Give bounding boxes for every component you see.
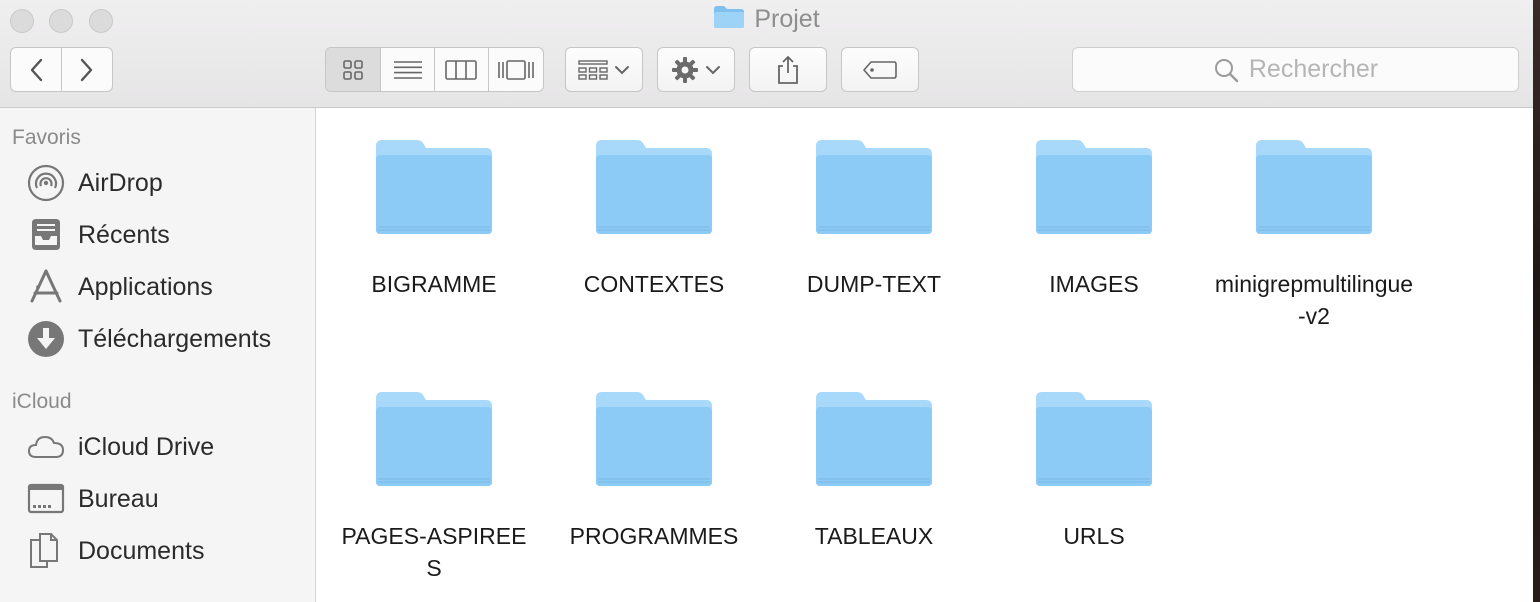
folder-item[interactable]: BIGRAMME: [324, 138, 544, 300]
icon-view-icon: [343, 59, 364, 80]
search-icon: [1214, 58, 1239, 82]
folder-label: PROGRAMMES: [569, 523, 739, 549]
view-mode-control: [325, 47, 544, 92]
folder-label: TABLEAUX: [814, 523, 934, 549]
chevron-right-icon: [80, 58, 93, 81]
folder-item[interactable]: URLS: [984, 390, 1204, 552]
cover-flow-view-button[interactable]: [487, 48, 543, 91]
sidebar: Favoris AirDrop Récents Applications Tél…: [0, 108, 316, 602]
tag-icon: [863, 60, 897, 79]
folder-label: IMAGES: [1049, 271, 1139, 297]
folder-icon: [1036, 392, 1152, 486]
cloud-icon: [26, 427, 70, 467]
action-button[interactable]: [657, 47, 735, 92]
chevron-down-icon: [615, 65, 629, 74]
folder-label: BIGRAMME: [371, 271, 497, 297]
gear-icon: [672, 56, 698, 83]
applications-icon: [26, 267, 70, 307]
column-view-button[interactable]: [434, 48, 488, 91]
finder-window: Projet Rechercher Favoris AirDrop Récent…: [0, 0, 1533, 602]
folder-item[interactable]: minigrepmultilingue-v2: [1204, 138, 1424, 332]
folder-icon: [1256, 140, 1372, 234]
icloud-header: iCloud: [12, 390, 72, 413]
recents-icon: [26, 215, 70, 255]
folder-label: CONTEXTES: [583, 271, 725, 297]
sidebar-item-downloads[interactable]: Téléchargements: [26, 319, 271, 359]
folder-icon: [596, 140, 712, 234]
search-placeholder: Rechercher: [1248, 55, 1379, 83]
titlebar: Projet Rechercher: [0, 0, 1533, 108]
list-view-button[interactable]: [380, 48, 434, 91]
folder-grid: BIGRAMME CONTEXTES DUMP-TEXT IMAGES minigrep…: [316, 108, 1533, 602]
icon-view-button[interactable]: [326, 48, 381, 91]
title-area: Projet: [0, 5, 1533, 35]
favorites-header: Favoris: [12, 126, 81, 149]
sidebar-item-applications[interactable]: Applications: [26, 267, 213, 307]
folder-label: PAGES-ASPIREES: [341, 523, 527, 581]
forward-button[interactable]: [61, 48, 112, 91]
sidebar-item-airdrop[interactable]: AirDrop: [26, 163, 163, 203]
folder-item[interactable]: TABLEAUX: [764, 390, 984, 552]
group-button[interactable]: [565, 47, 643, 92]
nav-buttons: [10, 47, 113, 92]
desktop-edge: [1533, 0, 1540, 602]
folder-icon: [376, 140, 492, 234]
window-title: Projet: [754, 5, 820, 33]
chevron-down-icon: [706, 65, 720, 74]
folder-item[interactable]: PROGRAMMES: [544, 390, 764, 552]
folder-icon: [596, 392, 712, 486]
folder-icon: [816, 392, 932, 486]
downloads-icon: [26, 319, 70, 359]
folder-icon: [376, 392, 492, 486]
sidebar-item-desktop[interactable]: Bureau: [26, 479, 159, 519]
back-button[interactable]: [11, 48, 61, 91]
sidebar-item-recents[interactable]: Récents: [26, 215, 170, 255]
sidebar-item-icloud-drive[interactable]: iCloud Drive: [26, 427, 214, 467]
airdrop-icon: [26, 163, 70, 203]
chevron-left-icon: [30, 58, 43, 81]
folder-icon: [1036, 140, 1152, 234]
desktop-icon: [26, 479, 70, 519]
folder-label: DUMP-TEXT: [806, 271, 942, 297]
search-field[interactable]: Rechercher: [1072, 47, 1519, 92]
folder-icon: [816, 140, 932, 234]
folder-item[interactable]: CONTEXTES: [544, 138, 764, 300]
share-icon: [778, 55, 798, 84]
column-view-icon: [445, 59, 478, 80]
folder-label: minigrepmultilingue-v2: [1214, 271, 1414, 329]
cover-flow-icon: [497, 59, 534, 80]
list-view-icon: [393, 60, 422, 79]
sidebar-item-documents[interactable]: Documents: [26, 531, 204, 571]
folder-item[interactable]: IMAGES: [984, 138, 1204, 300]
group-grid-icon: [578, 59, 608, 80]
tag-button[interactable]: [841, 47, 919, 92]
folder-icon: [713, 5, 745, 34]
folder-item[interactable]: DUMP-TEXT: [764, 138, 984, 300]
documents-icon: [26, 531, 70, 571]
folder-label: URLS: [1063, 523, 1125, 549]
share-button[interactable]: [749, 47, 827, 92]
folder-item[interactable]: PAGES-ASPIREES: [324, 390, 544, 584]
